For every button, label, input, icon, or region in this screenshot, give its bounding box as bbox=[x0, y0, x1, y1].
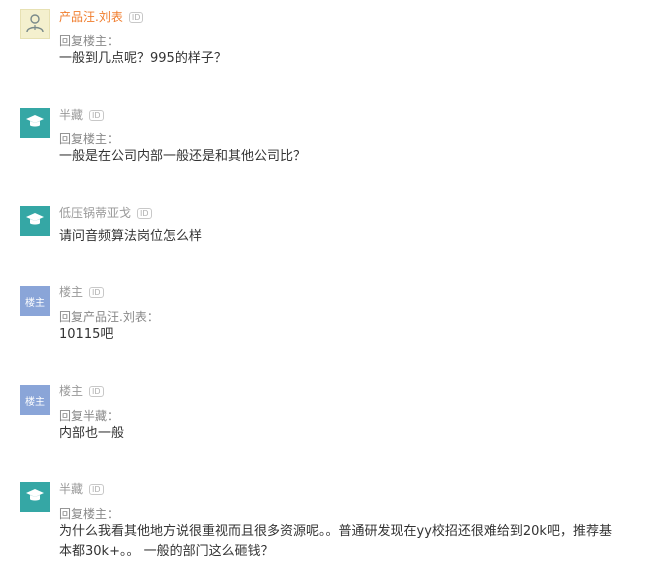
avatar-text: 楼主 bbox=[25, 396, 45, 408]
id-badge: ID bbox=[89, 110, 104, 121]
reply-label: 回复楼主： bbox=[59, 34, 120, 48]
reply-label: 回复产品汪.刘表： bbox=[59, 310, 159, 324]
comment-header: 半藏 ID bbox=[59, 108, 104, 122]
username[interactable]: 产品汪.刘表 bbox=[59, 10, 123, 24]
id-badge: ID bbox=[137, 208, 152, 219]
username[interactable]: 楼主 bbox=[59, 384, 83, 398]
comment-body: 一般是在公司内部一般还是和其他公司比？ bbox=[59, 149, 307, 164]
comment-body: 10115吧 bbox=[59, 327, 114, 342]
id-badge: ID bbox=[89, 386, 104, 397]
graduation-cap-icon bbox=[25, 114, 45, 133]
comment-body-line: 为什么我看其他地方说很重视而且很多资源呢。。普通研发现在yy校招还很难给到20k… bbox=[59, 524, 612, 539]
graduation-cap-icon bbox=[25, 212, 45, 231]
avatar-text: 楼主 bbox=[25, 297, 45, 309]
comment-header: 低压锅蒂亚戈 ID bbox=[59, 206, 152, 220]
avatar[interactable] bbox=[20, 206, 50, 236]
avatar[interactable] bbox=[20, 108, 50, 138]
id-badge: ID bbox=[89, 484, 104, 495]
reply-label: 回复楼主： bbox=[59, 132, 120, 146]
comment-header: 楼主 ID bbox=[59, 285, 104, 299]
avatar[interactable]: 楼主 bbox=[20, 385, 50, 415]
username[interactable]: 半藏 bbox=[59, 482, 83, 496]
username[interactable]: 半藏 bbox=[59, 108, 83, 122]
comment-header: 半藏 ID bbox=[59, 482, 104, 496]
comment-body: 内部也一般 bbox=[59, 426, 125, 441]
user-icon bbox=[24, 12, 46, 37]
avatar[interactable]: 楼主 bbox=[20, 286, 50, 316]
comment-body: 请问音频算法岗位怎么样 bbox=[59, 229, 203, 244]
username[interactable]: 低压锅蒂亚戈 bbox=[59, 206, 131, 220]
id-badge: ID bbox=[128, 12, 144, 23]
graduation-cap-icon bbox=[25, 488, 45, 507]
comment-header: 楼主 ID bbox=[59, 384, 104, 398]
avatar[interactable] bbox=[20, 482, 50, 512]
avatar[interactable] bbox=[20, 9, 50, 39]
reply-label: 回复楼主： bbox=[59, 507, 120, 521]
username[interactable]: 楼主 bbox=[59, 285, 83, 299]
comment-body: 一般到几点呢？995的样子？ bbox=[59, 51, 227, 66]
id-badge: ID bbox=[89, 287, 104, 298]
comment-body-line: 本都30k+。。 一般的部门这么砸钱？ bbox=[59, 544, 274, 559]
comment-header: 产品汪.刘表 ID bbox=[59, 10, 144, 24]
reply-label: 回复半藏： bbox=[59, 409, 120, 423]
